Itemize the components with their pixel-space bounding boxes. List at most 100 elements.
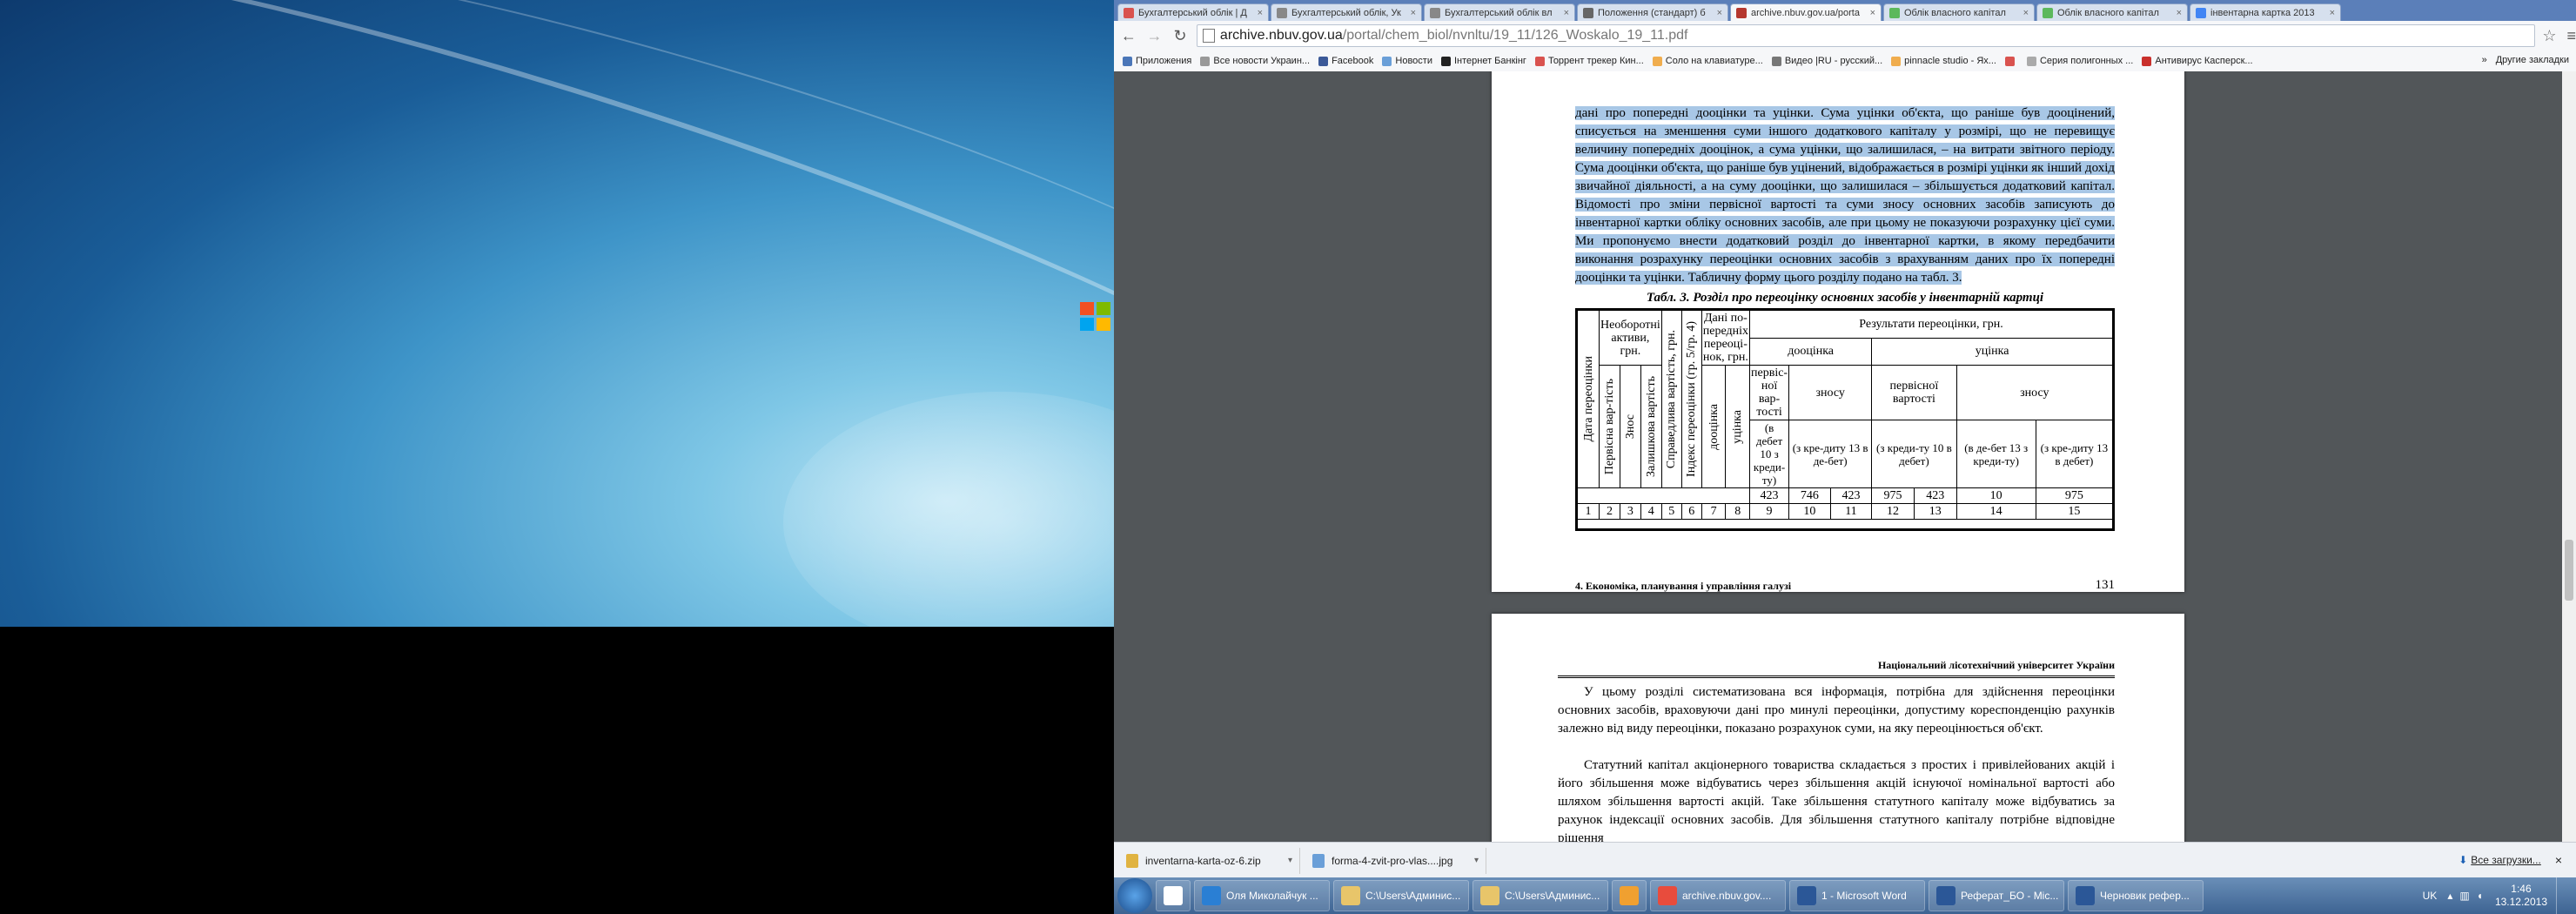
- tab-close-icon[interactable]: ×: [1564, 8, 1569, 18]
- bookmark-item[interactable]: Торрент трекер Кин...: [1534, 56, 1644, 66]
- taskbar-button[interactable]: Черновик рефер...: [2068, 880, 2204, 911]
- address-bar[interactable]: archive.nbuv.gov.ua/portal/chem_biol/nvn…: [1196, 24, 2536, 47]
- tab-title: Положення (стандарт) б: [1598, 7, 1706, 18]
- volume-icon[interactable]: ◖: [2477, 890, 2483, 902]
- network-icon[interactable]: ▥: [2459, 890, 2469, 902]
- tab-close-icon[interactable]: ×: [2330, 8, 2335, 18]
- wallpaper-glow: [783, 392, 1114, 627]
- bookmark-star-icon[interactable]: ☆: [2542, 27, 2556, 45]
- pdf-page-131: дані про попередні дооцінки та уцінки. С…: [1492, 71, 2184, 592]
- account-cell: 423: [1913, 487, 1957, 504]
- scrollbar-thumb[interactable]: [2565, 540, 2573, 601]
- download-item[interactable]: forma-4-zvit-pro-vlas....jpg ▾: [1307, 847, 1486, 874]
- taskbar-button[interactable]: C:\Users\Админис...: [1333, 880, 1469, 911]
- bookmark-item[interactable]: Антивирус Касперск...: [2142, 56, 2253, 66]
- th-fair-value: Справедлива вартість, грн.: [1665, 329, 1679, 469]
- bookmark-label: Видео |RU - русский...: [1784, 56, 1883, 66]
- th-wear: Знос: [1623, 413, 1637, 440]
- account-cell: 10: [1955, 487, 2036, 504]
- reload-button[interactable]: ↻: [1169, 24, 1191, 47]
- start-button[interactable]: [1117, 878, 1152, 913]
- all-downloads-link[interactable]: Все загрузки...: [2471, 854, 2541, 866]
- download-filename: inventarna-karta-oz-6.zip: [1145, 854, 1261, 867]
- bookmark-item[interactable]: Видео |RU - русский...: [1771, 56, 1883, 66]
- app-icon: [1936, 886, 1955, 905]
- url-path: /portal/chem_biol/nvnltu/19_11/126_Woska…: [1342, 28, 1688, 43]
- column-number-cell: 7: [1701, 503, 1727, 520]
- bookmark-item[interactable]: [2004, 56, 2018, 66]
- tab-title: інвентарна картка 2013: [2210, 7, 2315, 18]
- clock[interactable]: 1:46 13.12.2013: [2495, 883, 2547, 909]
- favicon-icon: [2196, 7, 2206, 18]
- language-indicator[interactable]: UK: [2423, 890, 2438, 902]
- th-index: Індекс переоцінки (гр. 5/гр. 4): [1685, 321, 1699, 477]
- browser-tab[interactable]: Бухгалтерський облік, Ук ×: [1271, 3, 1422, 21]
- column-number-cell: 10: [1788, 503, 1831, 520]
- th-results: Результати переоцінки, грн.: [1749, 309, 2114, 339]
- tab-close-icon[interactable]: ×: [1411, 8, 1416, 18]
- taskbar-button[interactable]: Оля Миколайчук ...: [1194, 880, 1330, 911]
- favicon-icon: [1583, 7, 1593, 18]
- bookmark-item[interactable]: Інтернет Банкінг: [1440, 56, 1526, 66]
- browser-tab[interactable]: archive.nbuv.gov.ua/porta ×: [1730, 3, 1882, 21]
- bookmark-item[interactable]: Новости: [1382, 56, 1432, 66]
- show-desktop-button[interactable]: [2556, 877, 2566, 914]
- bookmark-item[interactable]: Соло на клавиатуре...: [1652, 56, 1763, 66]
- forward-button[interactable]: →: [1144, 24, 1166, 47]
- bookmark-label: Антивирус Касперск...: [2155, 56, 2253, 66]
- bookmark-item[interactable]: pinnacle studio - Ях...: [1891, 56, 1996, 66]
- bookmark-item[interactable]: Серия полигонных ...: [2026, 56, 2134, 66]
- bookmark-label: Серия полигонных ...: [2039, 56, 2134, 66]
- browser-tab[interactable]: Бухгалтерський облік вл ×: [1424, 3, 1575, 21]
- th-residual: Залишкова вартість: [1644, 375, 1658, 478]
- tab-close-icon[interactable]: ×: [2023, 8, 2029, 18]
- tab-title: Бухгалтерський облік вл: [1445, 7, 1553, 18]
- browser-tab[interactable]: інвентарна картка 2013 ×: [2190, 3, 2341, 21]
- desktop-black-area: [0, 627, 1114, 877]
- tab-close-icon[interactable]: ×: [1258, 8, 1263, 18]
- bookmark-item[interactable]: Приложения: [1123, 56, 1191, 66]
- browser-tab[interactable]: Облік власного капітал ×: [2036, 3, 2188, 21]
- column-number-cell: 12: [1871, 503, 1915, 520]
- pdf-viewer[interactable]: дані про попередні дооцінки та уцінки. С…: [1114, 71, 2576, 842]
- browser-tab[interactable]: Облік власного капітал ×: [1883, 3, 2035, 21]
- dropdown-arrow-icon[interactable]: ▾: [1288, 856, 1292, 865]
- th-c3: (з креди-ту 10 в дебет): [1871, 420, 1957, 488]
- taskbar-button[interactable]: 1 - Microsoft Word: [1789, 880, 1925, 911]
- column-number-cell: 3: [1619, 503, 1641, 520]
- taskbar-button[interactable]: Реферат_БО - Mic...: [1929, 880, 2064, 911]
- th-c4: (в де-бет 13 з креди-ту): [1955, 420, 2036, 488]
- windows-flag-icon: [1080, 302, 1110, 331]
- app-icon: [1202, 886, 1221, 905]
- vertical-scrollbar[interactable]: [2562, 71, 2576, 842]
- file-icon: [1126, 853, 1138, 868]
- pdf-page-132: Національний лісотехнічний університет У…: [1492, 614, 2184, 842]
- bookmark-icon: [1652, 56, 1662, 66]
- bookmark-item[interactable]: Facebook: [1318, 56, 1373, 66]
- bookmark-icon: [1123, 56, 1132, 66]
- other-bookmarks[interactable]: Другие закладки: [2496, 55, 2569, 65]
- column-number-cell: 15: [2035, 503, 2115, 520]
- menu-icon[interactable]: ≡: [2566, 27, 2576, 45]
- th-noncurrent: Необоротні активи, грн.: [1599, 309, 1662, 366]
- tray-arrow-icon[interactable]: ▴: [2447, 890, 2452, 902]
- tab-close-icon[interactable]: ×: [1717, 8, 1722, 18]
- back-button[interactable]: ←: [1117, 24, 1140, 47]
- clock-time: 1:46: [2511, 883, 2532, 895]
- dropdown-arrow-icon[interactable]: ▾: [1474, 856, 1479, 865]
- tab-close-icon[interactable]: ×: [1870, 8, 1875, 18]
- column-number-cell: 2: [1599, 503, 1620, 520]
- footer-section: 4. Економіка, планування і управління га…: [1575, 580, 1792, 592]
- close-icon[interactable]: ×: [2555, 853, 2562, 867]
- browser-tab[interactable]: Положення (стандарт) б ×: [1577, 3, 1728, 21]
- bookmarks-more[interactable]: »: [2482, 55, 2487, 65]
- bookmark-item[interactable]: Все новости Украин...: [1200, 56, 1310, 66]
- taskbar-button[interactable]: [1156, 880, 1191, 911]
- browser-tab[interactable]: Бухгалтерський облік | Д ×: [1117, 3, 1269, 21]
- download-item[interactable]: inventarna-karta-oz-6.zip ▾: [1121, 847, 1300, 874]
- taskbar-button[interactable]: archive.nbuv.gov....: [1650, 880, 1786, 911]
- taskbar-button[interactable]: C:\Users\Админис...: [1472, 880, 1608, 911]
- tab-close-icon[interactable]: ×: [2177, 8, 2182, 18]
- taskbar-label: Реферат_БО - Mic...: [1961, 890, 2059, 902]
- taskbar-button[interactable]: [1612, 880, 1647, 911]
